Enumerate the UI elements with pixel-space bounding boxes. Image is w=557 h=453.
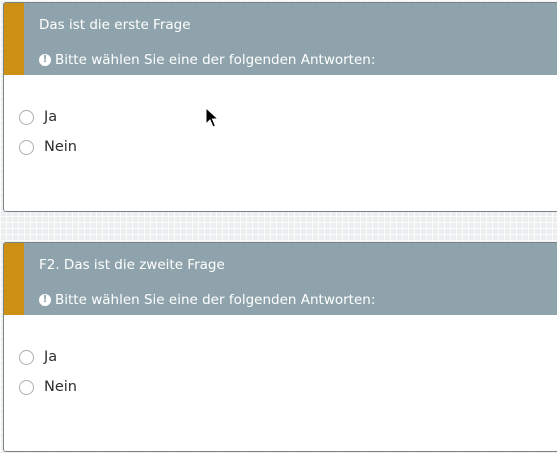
mouse-pointer-icon: [205, 107, 219, 128]
radio-button[interactable]: [19, 139, 34, 155]
question-title: Das ist die erste Frage: [39, 17, 191, 33]
exclamation-circle-icon: !: [39, 54, 51, 66]
question-answers: Ja Nein: [4, 315, 557, 451]
answer-label: Nein: [44, 139, 77, 155]
radio-button[interactable]: [19, 349, 34, 365]
question-hint: ! Bitte wählen Sie eine der folgenden An…: [39, 292, 375, 308]
question-card-1: Das ist die erste Frage ! Bitte wählen S…: [3, 2, 557, 212]
radio-button[interactable]: [19, 109, 34, 125]
question-hint-text: Bitte wählen Sie eine der folgenden Antw…: [55, 292, 376, 308]
question-hint: ! Bitte wählen Sie eine der folgenden An…: [39, 52, 375, 68]
answer-option-ja[interactable]: Ja: [19, 349, 57, 365]
answer-option-ja[interactable]: Ja: [19, 109, 57, 125]
radio-button[interactable]: [19, 379, 34, 395]
question-header: Das ist die erste Frage ! Bitte wählen S…: [4, 3, 557, 75]
question-header: F2. Das ist die zweite Frage ! Bitte wäh…: [4, 243, 557, 315]
answer-label: Ja: [44, 109, 58, 125]
answer-label: Ja: [44, 349, 58, 365]
question-answers: Ja Nein: [4, 75, 557, 211]
question-card-2: F2. Das ist die zweite Frage ! Bitte wäh…: [3, 242, 557, 452]
answer-option-nein[interactable]: Nein: [19, 379, 77, 395]
exclamation-circle-icon: !: [39, 294, 51, 306]
question-hint-text: Bitte wählen Sie eine der folgenden Antw…: [55, 52, 376, 68]
question-accent-bar: [4, 3, 24, 75]
answer-label: Nein: [44, 379, 77, 395]
question-accent-bar: [4, 243, 24, 315]
question-title: F2. Das ist die zweite Frage: [39, 257, 225, 273]
answer-option-nein[interactable]: Nein: [19, 139, 77, 155]
